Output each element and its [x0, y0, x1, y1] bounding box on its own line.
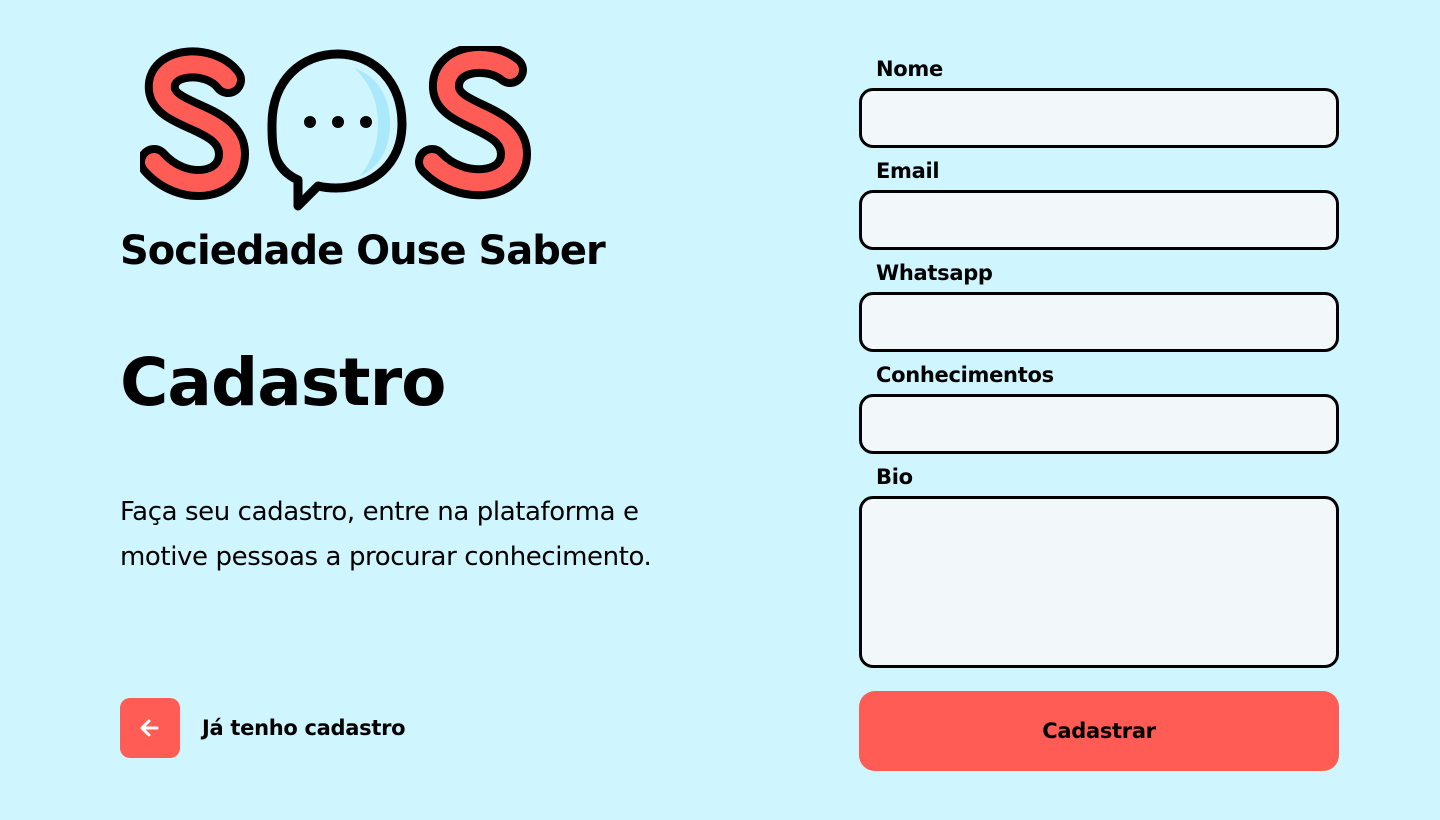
- name-label: Nome: [876, 57, 943, 81]
- logo-letter-s-left: [140, 47, 249, 200]
- whatsapp-label: Whatsapp: [876, 261, 993, 285]
- bio-label: Bio: [876, 465, 913, 489]
- email-label: Email: [876, 159, 940, 183]
- speech-bubble-icon: [267, 49, 407, 211]
- already-registered-link[interactable]: Já tenho cadastro: [120, 698, 406, 758]
- already-registered-label[interactable]: Já tenho cadastro: [202, 716, 406, 740]
- name-input[interactable]: [859, 88, 1339, 148]
- logo-letter-s-right: [415, 46, 531, 200]
- back-button[interactable]: [120, 698, 180, 758]
- whatsapp-input[interactable]: [859, 292, 1339, 352]
- submit-button[interactable]: Cadastrar: [859, 691, 1339, 771]
- knowledge-label: Conhecimentos: [876, 363, 1054, 387]
- email-input[interactable]: [859, 190, 1339, 250]
- page-description: Faça seu cadastro, entre na plataforma e…: [120, 497, 652, 572]
- knowledge-input[interactable]: [859, 394, 1339, 454]
- signup-page: Sociedade Ouse Saber Cadastro Faça seu c…: [0, 0, 1440, 820]
- page-title: Cadastro: [120, 344, 446, 421]
- organization-name: Sociedade Ouse Saber: [120, 228, 606, 274]
- signup-form: Nome Email Whatsapp Conhecimentos Bio: [859, 54, 1339, 668]
- arrow-left-icon: [140, 719, 159, 737]
- sos-logo: [140, 46, 531, 211]
- bio-textarea[interactable]: [859, 496, 1339, 668]
